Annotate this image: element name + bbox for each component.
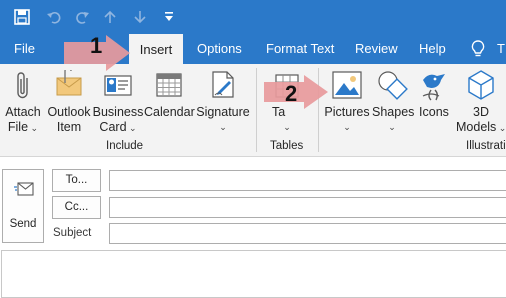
3d-models-label-line2: Models ⌄ [456,120,506,136]
ribbon-divider [256,68,257,152]
chevron-down-icon: ⌄ [343,122,351,132]
to-field[interactable] [109,170,506,191]
callout-number-2: 2 [285,81,298,106]
calendar-label: Calendar [144,105,195,119]
down-arrow-icon[interactable] [128,5,152,29]
3d-models-label-text: Models [456,120,497,134]
chevron-down-icon: ⌄ [283,122,291,132]
to-button[interactable]: To... [52,169,101,192]
business-card-label-text: Card [99,120,127,134]
attach-file-label-line2: File ⌄ [0,120,46,136]
chevron-down-icon: ⌄ [126,123,137,133]
paperclip-icon [14,70,32,107]
group-label-tables: Tables [270,140,304,152]
signature-button[interactable]: Signature ⌄ [194,68,252,138]
business-card-button[interactable]: Business Card ⌄ [92,68,144,138]
tab-help[interactable]: Help [419,34,446,64]
tab-format-text[interactable]: Format Text [266,34,334,64]
group-label-include: Include [106,140,144,152]
outlook-item-label-line1: Outlook [47,105,91,119]
chevron-down-icon: ⌄ [28,123,39,133]
chevron-down-icon: ⌄ [388,122,396,132]
attach-file-label-text: File [7,120,29,134]
cc-button[interactable]: Cc... [52,196,101,219]
calendar-button[interactable]: Calendar [144,68,195,138]
shapes-button[interactable]: Shapes ⌄ [372,68,415,138]
outlook-item-label-line2: Item [56,120,82,134]
subject-label: Subject [53,227,92,239]
callout-number-1: 1 [90,33,103,58]
tab-insert[interactable]: Insert [129,34,183,64]
chevron-down-icon: ⌄ [496,123,506,133]
3d-models-icon [467,69,495,106]
chevron-down-icon: ⌄ [219,122,227,132]
customize-qat-icon[interactable] [157,5,181,29]
lightbulb-icon[interactable] [471,40,485,63]
calendar-icon [155,70,183,105]
signature-icon [209,70,237,105]
save-icon[interactable] [10,5,34,29]
business-card-label-line2: Card ⌄ [92,120,144,136]
send-button[interactable]: Send [2,169,44,243]
tab-file[interactable]: File [14,34,35,64]
redo-icon[interactable] [70,5,94,29]
up-arrow-icon[interactable] [98,5,122,29]
business-card-label-line1: Business [92,105,144,119]
attach-file-label-line1: Attach [5,105,41,119]
tab-review[interactable]: Review [355,34,398,64]
send-label: Send [9,218,37,230]
undo-icon[interactable] [42,5,66,29]
3d-models-button[interactable]: 3D Models ⌄ [456,68,506,138]
tab-options[interactable]: Options [197,34,242,64]
subject-field[interactable] [109,223,506,244]
cc-field[interactable] [109,197,506,218]
pictures-icon [332,71,362,104]
signature-label: Signature [196,105,250,119]
attach-file-button[interactable]: Attach File ⌄ [0,68,46,138]
tell-me-partial[interactable]: T [497,34,505,64]
3d-models-label-line1: 3D [473,105,489,119]
icons-icon [419,70,449,107]
icons-button[interactable]: Icons [414,68,454,138]
outlook-item-button[interactable]: Outlook Item [46,67,92,138]
send-envelope-icon [14,181,34,200]
message-body[interactable] [1,250,506,298]
icons-label: Icons [419,105,449,119]
group-label-illustrations: Illustrati [466,140,506,152]
shapes-icon [376,70,408,107]
shapes-label: Shapes [372,105,415,119]
